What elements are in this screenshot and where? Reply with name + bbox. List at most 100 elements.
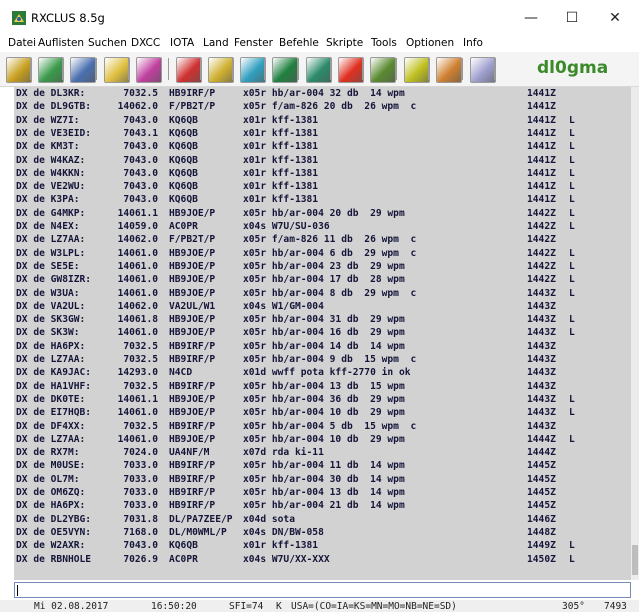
spot-frequency: 7032.5: [123, 88, 158, 99]
minimize-button[interactable]: —: [511, 5, 551, 31]
spot-dx-call: HB9JOE/P: [169, 327, 216, 339]
table-row[interactable]: DX de W3LPL: 14061.0 HB9JOE/P x05r hb/ar-00…: [14, 248, 631, 259]
list-icon[interactable]: [240, 57, 266, 83]
table-row[interactable]: DX de M0USE: 7033.0 HB9IRF/P x05r hb/ar-004…: [14, 460, 631, 471]
spot-time: 1443Z: [527, 354, 556, 365]
menu-info[interactable]: Info: [463, 37, 483, 49]
pencil-icon[interactable]: [70, 57, 96, 83]
antenna-icon[interactable]: [38, 57, 64, 83]
table-row[interactable]: DX de EI7HQB: 14061.0 HB9JOE/P x05r hb/ar-0…: [14, 407, 631, 418]
table-row[interactable]: DX de KM3T: 7043.0 KQ6QB x01r kff-1381 1441Z…: [14, 141, 631, 152]
spot-frequency: 14293.0: [117, 367, 158, 379]
spot-spotter: DX de W4KAZ:: [16, 154, 86, 166]
table-row[interactable]: DX de W2AXR: 7043.0 KQ6QB x01r kff-1381 1449…: [14, 540, 631, 551]
toolbar-separator: [362, 58, 363, 80]
table-row[interactable]: DX de LZ7AA: 14062.0 F/PB2T/P x05r f/am-826…: [14, 234, 631, 245]
table-row[interactable]: DX de OL7M: 7033.0 HB9IRF/P x05r hb/ar-004 …: [14, 474, 631, 485]
table-row[interactable]: DX de SK3W: 14061.0 HB9JOE/P x05r hb/ar-004…: [14, 327, 631, 338]
spot-dx-call: HB9JOE/P: [169, 207, 216, 219]
table-row[interactable]: DX de DL2YBG: 7031.8 DL/PA7ZEE/P x04d sota 1…: [14, 514, 631, 525]
table-row[interactable]: DX de LZ7AA: 7032.5 HB9IRF/P x05r hb/ar-004…: [14, 354, 631, 365]
spot-frequency: 7033.0: [123, 460, 158, 472]
spot-frequency: 7043.0: [123, 194, 158, 206]
menu-fenster[interactable]: Fenster: [234, 37, 273, 49]
spot-spotter: DX de VE2WU:: [16, 181, 86, 193]
menu-land[interactable]: Land: [203, 37, 229, 49]
table-row[interactable]: DX de VE2WU: 7043.0 KQ6QB x01r kff-1381 1441…: [14, 181, 631, 192]
spot-spotter: DX de OL7M:: [16, 473, 80, 485]
tower-icon[interactable]: [306, 57, 332, 83]
dx-spot-list[interactable]: DX de DL3KR: 7032.5 HB9IRF/P x05r hb/ar-004…: [14, 87, 631, 580]
close-button[interactable]: ✕: [595, 5, 635, 31]
table-row[interactable]: DX de HA6PX: 7033.0 HB9IRF/P x05r hb/ar-004…: [14, 500, 631, 511]
spot-time: 1441Z: [527, 154, 556, 166]
menu-dxcc[interactable]: DXCC: [131, 37, 160, 49]
table-row[interactable]: DX de DF4XX: 7032.5 HB9IRF/P x05r hb/ar-004…: [14, 421, 631, 432]
menu-optionen[interactable]: Optionen: [406, 37, 454, 49]
dx-search-icon[interactable]: [104, 57, 130, 83]
red-book-icon[interactable]: [176, 57, 202, 83]
chart-icon[interactable]: [208, 57, 234, 83]
spot-flag: L: [569, 433, 575, 445]
table-row[interactable]: DX de DK0TE: 14061.1 HB9JOE/P x05r hb/ar-00…: [14, 394, 631, 405]
table-row[interactable]: DX de RX7M: 7024.0 UA4NF/M x07d rda ki-11 14…: [14, 447, 631, 458]
spot-spotter: DX de KM3T:: [16, 141, 80, 153]
spot-comment: x05r hb/ar-004 5 db 15 wpm c: [243, 420, 417, 432]
toolbar-separator: [330, 58, 331, 80]
grid-icon[interactable]: [370, 57, 396, 83]
table-row[interactable]: DX de HA1VHF: 7032.5 HB9IRF/P x05r hb/ar-00…: [14, 381, 631, 392]
menu-auflisten[interactable]: Auflisten: [38, 37, 84, 49]
table-row[interactable]: DX de WZ7I: 7043.0 KQ6QB x01r kff-1381 1441Z…: [14, 115, 631, 126]
table-row[interactable]: DX de RBNHOLE 7026.9 AC0PR x04s W7U/XX-XXX 1…: [14, 554, 631, 565]
maximize-button[interactable]: ☐: [552, 5, 592, 31]
satellite-icon[interactable]: [6, 57, 32, 83]
table-row[interactable]: DX de VA2UL: 14062.0 VA2UL/W1 x04s W1/GM-00…: [14, 301, 631, 312]
spot-frequency: 14061.0: [117, 327, 158, 339]
table-row[interactable]: DX de W3UA: 14061.0 HB9JOE/P x05r hb/ar-004…: [14, 288, 631, 299]
table-row[interactable]: DX de GW8IZR: 14061.0 HB9JOE/P x05r hb/ar-0…: [14, 274, 631, 285]
table-row[interactable]: DX de K3PA: 7043.0 KQ6QB x01r kff-1381 1441Z…: [14, 194, 631, 205]
table-row[interactable]: DX de DL3KR: 7032.5 HB9IRF/P x05r hb/ar-004…: [14, 88, 631, 99]
table-row[interactable]: DX de VE3EID: 7043.1 KQ6QB x01r kff-1381 144…: [14, 128, 631, 139]
map-icon[interactable]: [272, 57, 298, 83]
spot-time: 1443Z: [527, 407, 556, 419]
table-row[interactable]: DX de OE5VYN: 7168.0 DL/M0WML/P x04s DN/BW-…: [14, 527, 631, 538]
table-row[interactable]: DX de W4KKN: 7043.0 KQ6QB x01r kff-1381 1441…: [14, 168, 631, 179]
table-row[interactable]: DX de G4MKP: 14061.1 HB9JOE/P x05r hb/ar-00…: [14, 208, 631, 219]
spot-frequency: 14061.0: [117, 407, 158, 419]
table-row[interactable]: DX de SK3GW: 14061.8 HB9JOE/P x05r hb/ar-00…: [14, 314, 631, 325]
spot-dx-call: KQ6QB: [169, 194, 198, 206]
menu-datei[interactable]: Datei: [8, 37, 36, 49]
table-row[interactable]: DX de HA6PX: 7032.5 HB9IRF/P x05r hb/ar-004…: [14, 341, 631, 352]
spot-dx-call: VA2UL/W1: [169, 300, 216, 312]
globe-icon[interactable]: [136, 57, 162, 83]
menu-skripte[interactable]: Skripte: [326, 37, 363, 49]
toolbar-separator: [232, 58, 233, 80]
spot-flag: L: [569, 540, 575, 552]
menu-suchen[interactable]: Suchen: [88, 37, 127, 49]
filter-icon[interactable]: [404, 57, 430, 83]
spot-dx-call: F/PB2T/P: [169, 101, 216, 113]
scrollbar-thumb[interactable]: [632, 545, 638, 575]
table-row[interactable]: DX de KA9JAC: 14293.0 N4CD x01d wwff pota k…: [14, 367, 631, 378]
alarm-icon[interactable]: [338, 57, 364, 83]
table-row[interactable]: DX de SE5E: 14061.0 HB9JOE/P x05r hb/ar-004…: [14, 261, 631, 272]
table-row[interactable]: DX de LZ7AA: 14061.0 HB9JOE/P x05r hb/ar-00…: [14, 434, 631, 445]
vertical-scrollbar[interactable]: [631, 87, 639, 580]
table-row[interactable]: DX de OM6ZQ: 7033.0 HB9IRF/P x05r hb/ar-004…: [14, 487, 631, 498]
spot-frequency: 7033.0: [123, 487, 158, 498]
speaker-icon[interactable]: [470, 57, 496, 83]
edit-icon[interactable]: [436, 57, 462, 83]
table-row[interactable]: DX de N4EX: 14059.0 AC0PR x04s W7U/SU-036 14…: [14, 221, 631, 232]
spot-frequency: 7026.9: [123, 553, 158, 565]
menu-tools[interactable]: Tools: [371, 37, 397, 49]
spot-time: 1442Z: [527, 274, 556, 286]
spot-spotter: DX de SK3GW:: [16, 314, 86, 326]
command-input[interactable]: [14, 582, 631, 598]
table-row[interactable]: DX de DL9GTB: 14062.0 F/PB2T/P x05r f/am-82…: [14, 101, 631, 112]
menu-befehle[interactable]: Befehle: [279, 37, 319, 49]
menu-iota[interactable]: IOTA: [170, 37, 194, 49]
station-callsign: dl0gma: [537, 58, 609, 78]
spot-comment: x01r kff-1381: [243, 141, 319, 153]
table-row[interactable]: DX de W4KAZ: 7043.0 KQ6QB x01r kff-1381 1441…: [14, 155, 631, 166]
